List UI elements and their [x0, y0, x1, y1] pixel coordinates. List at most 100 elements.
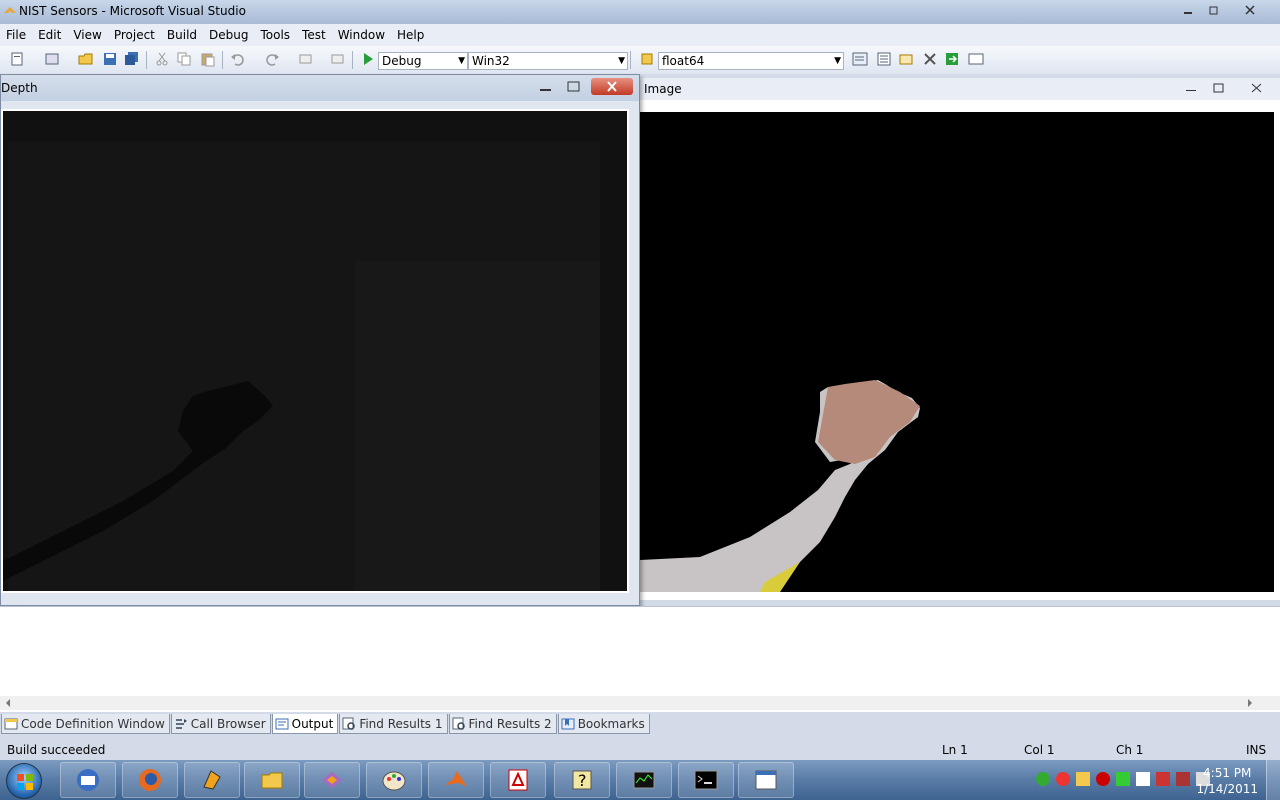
close-icon — [607, 81, 617, 92]
command-prompt-icon — [694, 770, 718, 790]
clock-time: 4:51 PM — [1203, 766, 1252, 780]
thunderbird-icon — [77, 769, 99, 791]
tab-label: Output — [291, 716, 334, 731]
bookmarks-icon — [561, 718, 575, 729]
status-column: Col 1 — [1024, 743, 1055, 757]
tab-code-definition-window[interactable]: Code Definition Window — [1, 714, 170, 734]
taskbar-visual-studio[interactable] — [304, 762, 360, 798]
antivirus-icon[interactable] — [1056, 772, 1070, 786]
find-in-files-icon[interactable] — [640, 51, 656, 67]
solution-configuration-combo[interactable]: Debug ▼ — [378, 52, 468, 70]
taskbar-command-prompt[interactable] — [678, 762, 734, 798]
taskbar-explorer[interactable] — [244, 762, 300, 798]
show-desktop-button[interactable] — [1266, 760, 1280, 800]
restore-icon[interactable] — [1212, 82, 1226, 94]
start-page-icon[interactable] — [944, 51, 960, 67]
clock[interactable]: 4:51 PM 1/14/2011 — [1196, 765, 1258, 797]
action-center-flag-icon[interactable] — [1136, 772, 1150, 786]
task-manager-icon — [633, 771, 655, 789]
battery-icon[interactable] — [1116, 772, 1130, 786]
toolbox-icon[interactable] — [922, 51, 938, 67]
menu-build[interactable]: Build — [161, 25, 203, 45]
svg-text:?: ? — [578, 771, 587, 790]
maximize-icon[interactable] — [563, 79, 585, 95]
chevron-down-icon: ▼ — [834, 56, 841, 66]
system-tray — [1036, 772, 1210, 786]
open-file-icon[interactable] — [78, 51, 94, 67]
menu-file[interactable]: File — [0, 25, 32, 45]
menu-tools[interactable]: Tools — [254, 25, 296, 45]
taskbar: ? 4:51 PM 1/14/2011 — [0, 760, 1280, 800]
window-title: NIST Sensors - Microsoft Visual Studio — [19, 4, 246, 18]
taskbar-paint[interactable] — [366, 762, 422, 798]
menu-test[interactable]: Test — [296, 25, 332, 45]
scroll-left-icon[interactable] — [4, 698, 12, 708]
toolbar-separator — [222, 51, 223, 69]
menu-view[interactable]: View — [67, 25, 107, 45]
save-icon[interactable] — [102, 51, 118, 67]
call-browser-icon — [175, 718, 187, 729]
tab-bookmarks[interactable]: Bookmarks — [557, 714, 650, 734]
object-browser-icon[interactable] — [898, 51, 914, 67]
taskbar-winamp[interactable] — [184, 762, 240, 798]
undo-icon[interactable] — [230, 51, 246, 67]
start-debugging-icon[interactable] — [360, 51, 376, 67]
safely-remove-icon[interactable] — [1156, 772, 1170, 786]
solution-platform-combo[interactable]: Win32 ▼ — [468, 52, 628, 70]
tab-call-browser[interactable]: Call Browser — [170, 714, 271, 734]
chevron-down-icon: ▼ — [618, 56, 625, 66]
tab-find-results-1[interactable]: Find Results 1 — [339, 714, 448, 734]
standard-toolbar — [0, 46, 1280, 74]
copy-icon[interactable] — [176, 51, 192, 67]
find-combo[interactable]: float64 ▼ — [658, 52, 844, 70]
window-icon — [755, 770, 777, 790]
shield-icon[interactable] — [1076, 772, 1090, 786]
depth-window-titlebar[interactable]: Depth — [1, 75, 639, 101]
tab-find-results-2[interactable]: Find Results 2 — [448, 714, 557, 734]
navigate-backward-icon[interactable] — [298, 51, 314, 67]
close-button[interactable] — [591, 78, 633, 95]
add-item-icon[interactable] — [44, 51, 60, 67]
solution-explorer-icon[interactable] — [852, 51, 868, 67]
cut-icon[interactable] — [154, 51, 170, 67]
minimize-icon[interactable] — [535, 79, 557, 95]
signal-strength-icon[interactable] — [1176, 772, 1190, 786]
taskbar-matlab[interactable] — [428, 762, 484, 798]
adobe-updater-icon[interactable] — [1096, 772, 1110, 786]
paste-icon[interactable] — [200, 51, 216, 67]
menu-project[interactable]: Project — [108, 25, 161, 45]
minimize-icon[interactable] — [1184, 82, 1198, 94]
taskbar-thunderbird[interactable] — [60, 762, 116, 798]
close-button[interactable] — [1236, 0, 1264, 20]
close-icon[interactable] — [1250, 82, 1264, 94]
image-window-titlebar[interactable]: Image — [640, 78, 1280, 100]
save-all-icon[interactable] — [124, 51, 140, 67]
firefox-icon — [139, 769, 161, 791]
redo-icon[interactable] — [264, 51, 280, 67]
menu-window[interactable]: Window — [332, 25, 391, 45]
winamp-icon — [203, 770, 221, 790]
status-message: Build succeeded — [7, 743, 106, 757]
taskbar-acrobat[interactable] — [490, 762, 546, 798]
taskbar-task-manager[interactable] — [616, 762, 672, 798]
solution-configuration-value: Debug — [382, 54, 422, 68]
new-project-icon[interactable] — [10, 51, 26, 67]
restore-button[interactable] — [1200, 0, 1228, 20]
start-button[interactable] — [6, 763, 42, 799]
menu-edit[interactable]: Edit — [32, 25, 67, 45]
navigate-forward-icon[interactable] — [330, 51, 346, 67]
taskbar-window[interactable] — [738, 762, 794, 798]
network-monitor-icon[interactable] — [1036, 772, 1050, 786]
taskbar-firefox[interactable] — [122, 762, 178, 798]
properties-window-icon[interactable] — [876, 51, 892, 67]
image-window-title: Image — [644, 82, 682, 96]
horizontal-scrollbar[interactable] — [0, 696, 1280, 710]
scroll-right-icon[interactable] — [1246, 698, 1254, 708]
taskbar-help[interactable]: ? — [554, 762, 610, 798]
tab-output[interactable]: Output — [271, 714, 339, 734]
command-window-icon[interactable] — [968, 51, 984, 67]
depth-camera-image — [1, 109, 629, 593]
minimize-button[interactable] — [1174, 0, 1202, 20]
menu-help[interactable]: Help — [391, 25, 430, 45]
menu-debug[interactable]: Debug — [203, 25, 254, 45]
